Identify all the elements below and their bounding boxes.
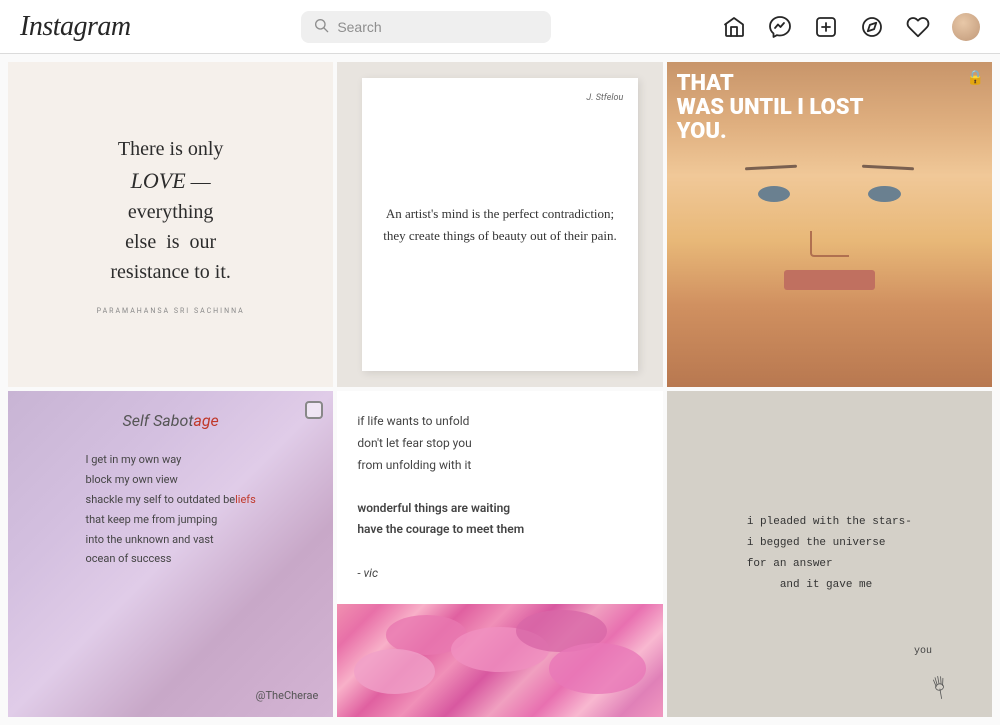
post-4-handle: @TheCherae — [256, 689, 319, 702]
post-1[interactable]: There is only LOVE — everything else is … — [8, 62, 333, 387]
post-6[interactable]: i pleaded with the stars- i begged the u… — [667, 391, 992, 716]
messenger-icon[interactable] — [768, 15, 792, 39]
post-4-text: I get in my own way block my own view sh… — [86, 450, 256, 569]
grid-container: There is only LOVE — everything else is … — [8, 62, 992, 717]
post-5-poem: if life wants to unfold don't let fear s… — [357, 411, 642, 584]
post-3-overlay-text: THATWAS UNTIL I LOSTYOU. — [677, 72, 864, 145]
post-2-author-tag: J. Stfelou — [586, 93, 623, 103]
post-6-hand-image — [925, 670, 955, 709]
explore-icon[interactable] — [860, 15, 884, 39]
post-1-content: There is only LOVE — everything else is … — [77, 114, 265, 335]
add-icon[interactable] — [814, 15, 838, 39]
post-4-title: Self Sabotage — [123, 411, 219, 430]
instagram-logo: Instagram — [20, 11, 131, 43]
search-input[interactable] — [337, 19, 539, 35]
post-2-text: An artist's mind is the perfect contradi… — [362, 183, 639, 267]
post-5[interactable]: if life wants to unfold don't let fear s… — [337, 391, 662, 716]
post-5-text-area: if life wants to unfold don't let fear s… — [337, 391, 662, 604]
post-6-poem: i pleaded with the stars- i begged the u… — [747, 512, 912, 596]
post-6-content: i pleaded with the stars- i begged the u… — [727, 492, 932, 616]
home-icon[interactable] — [722, 15, 746, 39]
profile-avatar[interactable] — [952, 13, 980, 41]
nav-icons — [722, 13, 980, 41]
posts-grid: There is only LOVE — everything else is … — [0, 54, 1000, 725]
heart-icon[interactable] — [906, 15, 930, 39]
search-icon — [313, 17, 329, 37]
header: Instagram — [0, 0, 1000, 54]
post-2[interactable]: J. Stfelou An artist's mind is the perfe… — [337, 62, 662, 387]
post-3[interactable]: THATWAS UNTIL I LOSTYOU. 🔒 — [667, 62, 992, 387]
post-5-flowers-image — [337, 604, 662, 717]
post-2-book: J. Stfelou An artist's mind is the perfe… — [362, 78, 639, 371]
post-4-checkbox — [305, 401, 323, 419]
post-1-main-text: There is only LOVE — everything else is … — [97, 134, 245, 287]
post-1-author: PARAMAHANSA SRI SACHINNA — [97, 307, 245, 315]
post-6-you-word: you — [914, 646, 932, 657]
search-bar[interactable] — [301, 11, 551, 43]
lock-icon: 🔒 — [967, 70, 984, 86]
post-4[interactable]: Self Sabotage I get in my own way block … — [8, 391, 333, 716]
